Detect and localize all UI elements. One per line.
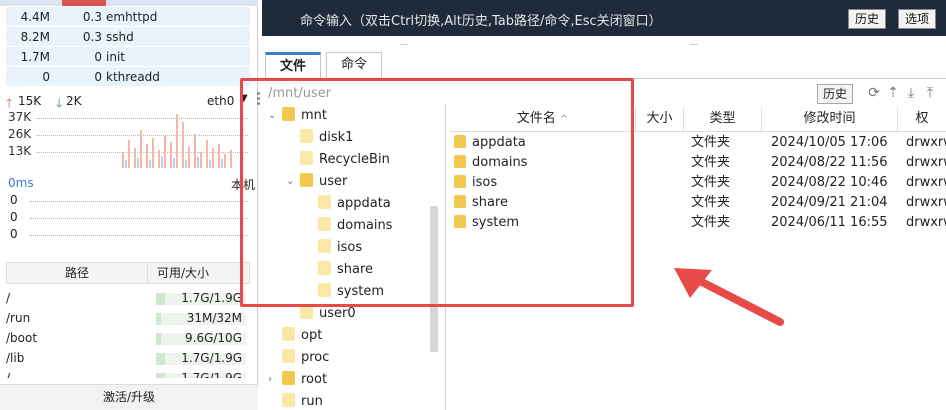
file-perm: drwxrw: [906, 215, 946, 230]
folder-icon: [300, 305, 313, 319]
file-mtime: 2024/09/21 21:04: [771, 195, 888, 210]
file-type: 文件夹: [691, 215, 731, 230]
disk-row[interactable]: / 1.7G/1.9G: [6, 368, 250, 378]
file-type: 文件夹: [691, 155, 731, 170]
tree-item-label: user0: [319, 306, 356, 321]
disk-path: /lib: [6, 351, 25, 365]
monitor-panel: 4.4M 0.3 emhttpd 8.2M 0.3 sshd 1.7M 0 init 0 0 kthr…: [0, 0, 258, 410]
disk-table-header: 路径 可用/大小: [6, 262, 250, 284]
upload-icon[interactable]: ⇡: [885, 85, 901, 101]
process-cpu: 0.3: [82, 10, 102, 24]
net-axis-label-1: 37K: [8, 110, 32, 124]
process-row[interactable]: 4.4M 0.3 emhttpd: [6, 7, 250, 27]
process-cpu: 0: [94, 70, 102, 84]
options-button[interactable]: 选项: [898, 9, 937, 29]
folder-icon: [282, 371, 295, 385]
net-up-value: 15K: [18, 94, 42, 108]
process-row[interactable]: 1.7M 0 init: [6, 47, 250, 67]
path-history-button[interactable]: 历史: [817, 84, 854, 104]
folder-icon: [282, 393, 295, 407]
process-mem: 8.2M: [20, 30, 50, 44]
disk-path: /: [6, 291, 11, 305]
annotation-arrow-icon: [674, 268, 784, 326]
file-perm: drwxrw: [906, 195, 946, 210]
disk-row[interactable]: /lib 1.7G/1.9G: [6, 348, 250, 368]
folder-icon: [282, 349, 295, 363]
net-axis-label-3: 13K: [8, 144, 32, 158]
file-type: 文件夹: [691, 195, 731, 210]
latency-value-2: 0: [10, 210, 18, 224]
process-row[interactable]: 0 0 kthreadd: [6, 67, 250, 87]
latency-label: 0ms: [8, 176, 34, 190]
interface-select[interactable]: eth0: [207, 94, 234, 108]
process-cpu: 0: [94, 50, 102, 64]
process-mem: 0: [42, 70, 50, 84]
process-mem: 4.4M: [20, 10, 50, 24]
tree-item-label: run: [301, 394, 323, 409]
file-mtime: 2024/08/22 10:46: [771, 175, 888, 190]
process-name: init: [106, 50, 125, 64]
file-mtime: 2024/08/22 11:56: [771, 155, 888, 170]
tree-item-label: opt: [301, 328, 323, 343]
chevron-right-icon[interactable]: ›: [268, 374, 272, 385]
latency-value-1: 0: [10, 193, 18, 207]
process-mem: 1.7M: [20, 50, 50, 64]
tab-files[interactable]: 文件: [265, 52, 322, 78]
history-button[interactable]: 历史: [848, 9, 887, 29]
file-type: 文件夹: [691, 135, 731, 150]
disk-value: 1.7G/1.9G: [181, 371, 242, 378]
network-chart: 37K 26K 13K: [0, 110, 258, 168]
disk-path: /: [6, 371, 11, 378]
net-axis-label-2: 26K: [8, 127, 32, 141]
refresh-icon[interactable]: ⟳: [866, 85, 882, 101]
disk-path: /boot: [6, 331, 38, 345]
col-mtime[interactable]: 修改时间: [762, 108, 898, 132]
process-name: emhttpd: [106, 10, 158, 24]
network-header: 🡑 15K 🡓 2K eth0 ▼: [0, 92, 258, 110]
upload-alt-icon[interactable]: ⤒: [922, 85, 938, 101]
process-header-strip: [0, 0, 258, 6]
disk-value: 31M/32M: [186, 311, 242, 325]
tree-item[interactable]: root: [282, 369, 327, 391]
process-name: sshd: [106, 30, 134, 44]
traffic-sparkline: [122, 114, 232, 168]
command-prompt[interactable]: 命令输入（双击Ctrl切换,Alt历史,Tab路径/命令,Esc关闭窗口）: [300, 10, 662, 29]
disk-row[interactable]: / 1.7G/1.9G: [6, 288, 250, 308]
disk-row[interactable]: /run 31M/32M: [6, 308, 250, 328]
file-perm: drwxrw: [906, 135, 946, 150]
tree-item[interactable]: opt: [282, 325, 322, 347]
tree-item[interactable]: proc: [282, 347, 329, 369]
file-perm: drwxrw: [906, 175, 946, 190]
disk-value: 1.7G/1.9G: [181, 291, 242, 305]
tree-item[interactable]: run: [282, 391, 323, 410]
activate-upgrade-button[interactable]: 激活/升级: [0, 384, 258, 410]
col-perm[interactable]: 权: [898, 108, 946, 132]
disk-row[interactable]: /boot 9.6G/10G: [6, 328, 250, 348]
download-icon[interactable]: ⤓: [903, 85, 919, 101]
tree-item-label: root: [301, 372, 328, 387]
disk-value: 9.6G/10G: [185, 331, 242, 345]
disk-col-avail: 可用/大小: [157, 266, 210, 280]
file-mtime: 2024/06/11 16:55: [771, 215, 888, 230]
latency-value-3: 0: [10, 227, 18, 241]
latency-panel: 0ms 本机 0 0 0: [0, 174, 258, 246]
annotation-highlight-box: [240, 78, 634, 307]
disk-path: /run: [6, 311, 31, 325]
col-type[interactable]: 类型: [684, 108, 762, 132]
tab-commands[interactable]: 命令: [326, 52, 383, 78]
file-type: 文件夹: [691, 175, 731, 190]
process-row[interactable]: 8.2M 0.3 sshd: [6, 27, 250, 47]
process-cpu: 0.3: [82, 30, 102, 44]
file-mtime: 2024/10/05 17:06: [771, 135, 888, 150]
col-size[interactable]: 大小: [636, 108, 684, 132]
disk-value: 1.7G/1.9G: [181, 351, 242, 365]
command-bar[interactable]: 命令输入（双击Ctrl切换,Alt历史,Tab路径/命令,Esc关闭窗口） 历史…: [262, 0, 946, 36]
process-name: kthreadd: [106, 70, 160, 84]
disk-col-path: 路径: [65, 266, 90, 280]
folder-icon: [282, 327, 295, 341]
tree-item-label: proc: [301, 350, 330, 365]
net-down-value: 2K: [66, 94, 82, 108]
file-perm: drwxrw: [906, 155, 946, 170]
